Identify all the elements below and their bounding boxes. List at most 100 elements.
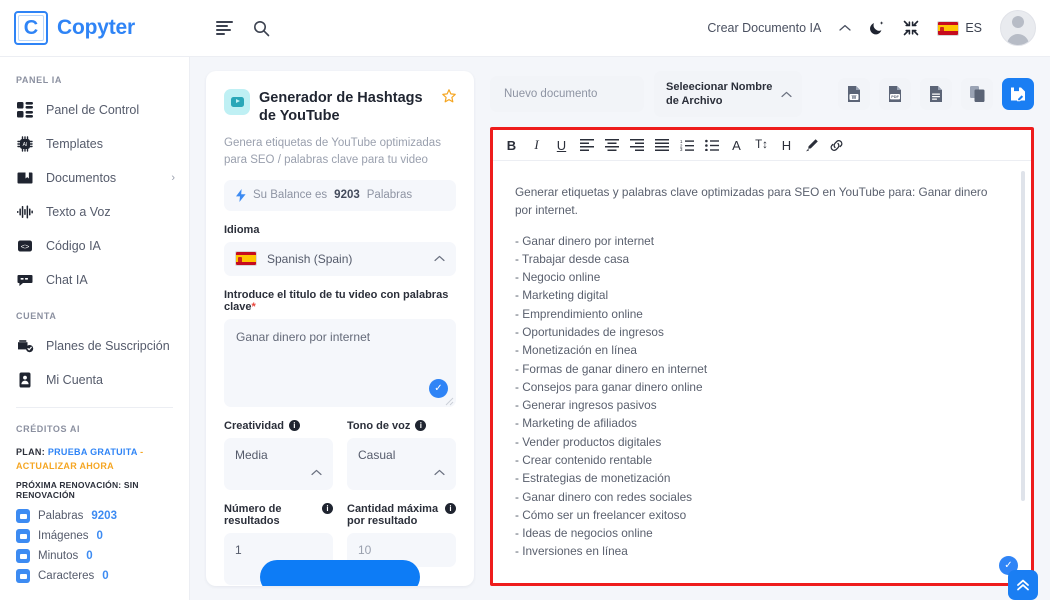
code-icon: <>	[16, 237, 34, 255]
scroll-to-top-button[interactable]	[1008, 570, 1038, 600]
sidebar-item-texto-a-voz[interactable]: Texto a Voz	[0, 195, 189, 229]
generate-button[interactable]	[260, 560, 420, 586]
export-word-button[interactable]: W	[838, 78, 870, 110]
export-pdf-button[interactable]: PDF	[879, 78, 911, 110]
svg-text:PDF: PDF	[891, 95, 899, 99]
credit-label: Palabras	[38, 510, 84, 522]
svg-text:3: 3	[680, 147, 683, 151]
unordered-list-button[interactable]	[699, 133, 724, 158]
align-center-button[interactable]	[599, 133, 624, 158]
align-left-button[interactable]	[574, 133, 599, 158]
tone-label-text: Tono de voz	[347, 419, 411, 432]
font-family-button[interactable]: A	[724, 133, 749, 158]
spain-flag-icon	[235, 251, 257, 267]
compress-icon[interactable]	[903, 20, 919, 36]
main-content: Generador de Hashtags de YouTube Genera …	[190, 57, 1050, 600]
creativity-label-text: Creatividad	[224, 419, 284, 432]
list-item: - Marketing de afiliados	[515, 416, 637, 431]
file-name-select[interactable]: Seleecionar Nombre de Archivo	[654, 71, 802, 117]
info-icon[interactable]: i	[415, 420, 427, 432]
align-justify-button[interactable]	[649, 133, 674, 158]
language-select[interactable]: Spanish (Spain)	[224, 241, 456, 276]
list-item: - Ganar dinero por internet	[515, 233, 655, 248]
balance-badge: Su Balance es 9203 Palabras	[224, 179, 456, 211]
editor-scrollbar[interactable]	[1021, 171, 1025, 501]
template-title: Generador de Hashtags de YouTube	[259, 90, 423, 125]
brand-logo[interactable]: C Copyter	[0, 0, 190, 56]
template-form-panel: Generador de Hashtags de YouTube Genera …	[206, 71, 474, 586]
credit-row: Caracteres 0	[0, 566, 189, 586]
editor-panel: Nuevo documento Seleecionar Nombre de Ar…	[490, 71, 1034, 586]
video-title-label: Introduce el titulo de tu video con pala…	[224, 289, 456, 313]
italic-button[interactable]: I	[524, 133, 549, 158]
plan-prefix: PLAN:	[16, 447, 45, 457]
bold-button[interactable]: B	[499, 133, 524, 158]
save-document-button[interactable]	[1002, 78, 1034, 110]
sidebar-item-label: Planes de Suscripción	[46, 339, 170, 353]
text-color-button[interactable]	[799, 133, 824, 158]
language-switcher[interactable]: ES	[937, 20, 982, 36]
video-title-input[interactable]: Ganar dinero por internet	[224, 318, 456, 407]
svg-text:<>: <>	[21, 242, 30, 251]
sidebar-item-codigo-ia[interactable]: <> Código IA	[0, 229, 189, 263]
ordered-list-button[interactable]: 123	[674, 133, 699, 158]
app-body: PANEL IA Panel de Control AI Templates D…	[0, 57, 1050, 600]
confirm-check-icon[interactable]: ✓	[429, 378, 448, 398]
sidebar-item-label: Código IA	[46, 239, 101, 253]
plan-line: PLAN: PRUEBA GRATUITA - ACTUALIZAR AHORA	[0, 442, 189, 473]
font-size-button[interactable]: T↕	[749, 133, 774, 158]
sidebar-item-templates[interactable]: AI Templates	[0, 127, 189, 161]
folder-icon	[16, 169, 34, 187]
list-item: - Inversiones en línea	[515, 544, 628, 559]
template-header: Generador de Hashtags de YouTube	[224, 89, 456, 125]
sidebar-item-mi-cuenta[interactable]: Mi Cuenta	[0, 363, 189, 397]
underline-button[interactable]: U	[549, 133, 574, 158]
list-item: - Vender productos digitales	[515, 434, 662, 449]
sidebar-item-panel-de-control[interactable]: Panel de Control	[0, 93, 189, 127]
chevron-up-icon	[781, 91, 792, 98]
heading-button[interactable]: H	[774, 133, 799, 158]
resize-grip-icon[interactable]	[445, 397, 454, 406]
youtube-video-icon	[224, 89, 250, 115]
export-text-button[interactable]	[920, 78, 952, 110]
list-item: - Generar ingresos pasivos	[515, 398, 657, 413]
align-right-button[interactable]	[624, 133, 649, 158]
sidebar-item-chat-ia[interactable]: Chat IA	[0, 263, 189, 297]
info-icon[interactable]: i	[322, 502, 333, 514]
info-icon[interactable]: i	[288, 420, 300, 432]
tone-value: Casual	[358, 447, 396, 462]
list-item: - Trabajar desde casa	[515, 251, 630, 266]
search-icon[interactable]	[253, 20, 270, 37]
header-right-group: Crear Documento IA ES	[707, 10, 1050, 46]
sidebar-item-documentos[interactable]: Documentos ›	[0, 161, 189, 195]
spain-flag-icon	[937, 20, 960, 36]
bolt-icon	[236, 188, 246, 202]
document-name-input[interactable]: Nuevo documento	[490, 76, 644, 112]
creativity-select[interactable]: Media	[224, 437, 333, 490]
results-value: 1	[235, 542, 242, 557]
plan-name[interactable]: PRUEBA GRATUITA	[48, 447, 138, 457]
info-icon[interactable]: i	[445, 502, 456, 514]
create-document-button[interactable]: Crear Documento IA	[707, 21, 821, 35]
chevron-up-icon	[434, 469, 445, 476]
list-menu-icon[interactable]	[216, 21, 233, 35]
list-item: - Ideas de negocios online	[515, 526, 653, 541]
chevron-up-icon[interactable]	[839, 24, 851, 32]
moon-icon[interactable]	[869, 20, 885, 36]
editor-intro-text: Generar etiquetas y palabras clave optim…	[515, 185, 988, 218]
editor-content-area[interactable]: Generar etiquetas y palabras clave optim…	[493, 161, 1031, 583]
user-avatar[interactable]	[1000, 10, 1036, 46]
insert-link-button[interactable]	[824, 133, 849, 158]
sidebar-item-planes-de-suscripcion[interactable]: Planes de Suscripción	[0, 329, 189, 363]
copy-button[interactable]	[961, 78, 993, 110]
star-outline-icon[interactable]	[442, 89, 456, 103]
credit-label: Imágenes	[38, 530, 89, 542]
list-item: - Negocio online	[515, 270, 601, 285]
sidebar-item-label: Panel de Control	[46, 103, 140, 117]
top-header: C Copyter Crear Documento IA ES	[0, 0, 1050, 57]
tone-select[interactable]: Casual	[347, 437, 456, 490]
logo-letter: C	[23, 17, 39, 39]
credit-value: 0	[96, 530, 103, 542]
list-item: - Cómo ser un freelancer exitoso	[515, 507, 687, 522]
required-marker: *	[251, 300, 256, 313]
